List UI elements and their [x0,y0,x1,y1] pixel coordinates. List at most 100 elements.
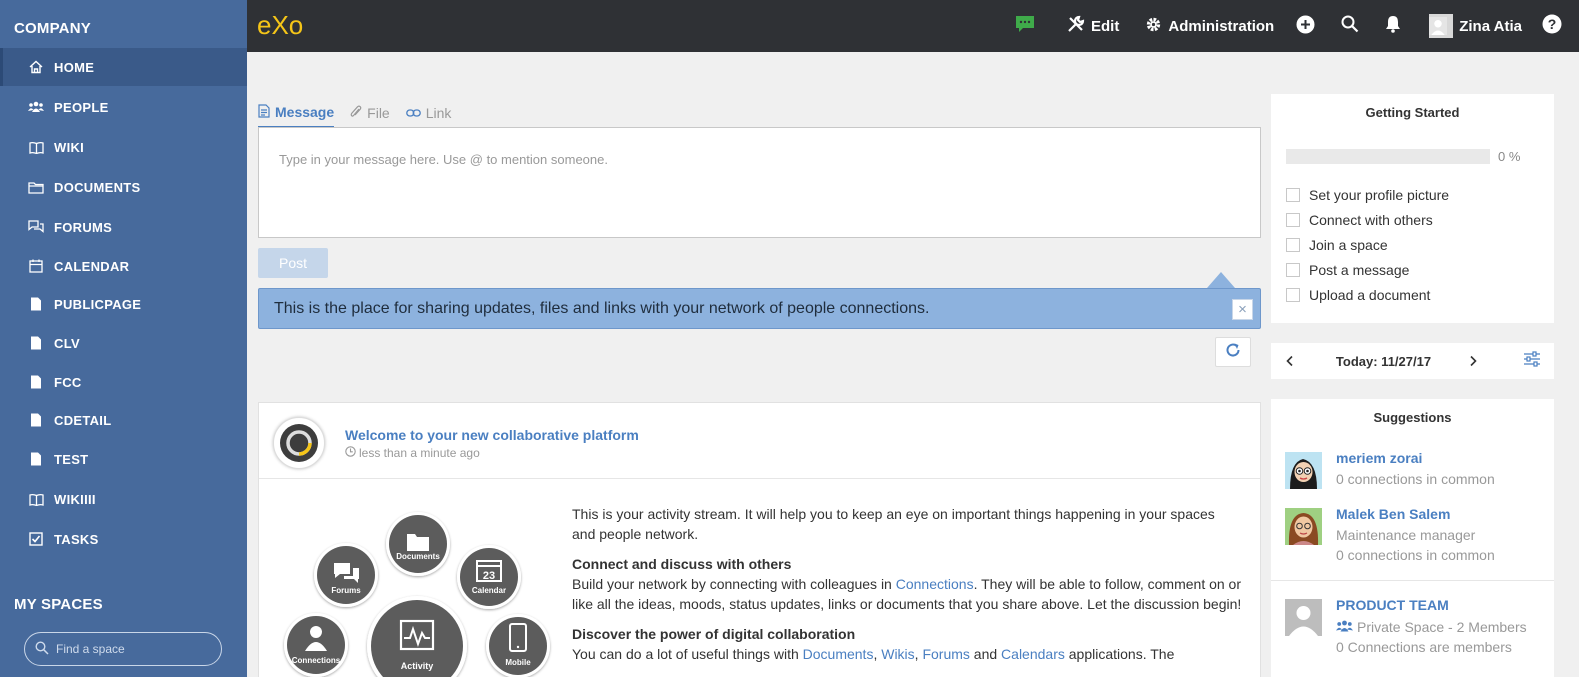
tab-file[interactable]: File [350,98,390,128]
suggestion-name-link[interactable]: meriem zorai [1336,450,1422,466]
link-icon [405,105,426,121]
sidebar-item-label: TASKS [54,531,99,547]
tab-message[interactable]: Message [258,98,335,128]
svg-text:?: ? [1548,16,1557,32]
chevron-right-icon[interactable] [1468,354,1478,372]
administration-menu-button[interactable]: Administration [1145,16,1274,37]
task-label: Post a message [1309,262,1410,278]
sidebar-item-label: FORUMS [54,219,113,235]
connect-heading: Connect and discuss with others [572,556,792,572]
activity-label: Activity [401,661,434,671]
user-menu-button[interactable]: Zina Atia [1429,14,1522,38]
book-icon [28,491,44,507]
activity-time-text: less than a minute ago [359,446,480,460]
activity-title-link[interactable]: Welcome to your new collaborative platfo… [345,427,639,443]
suggestions-title: Suggestions [1373,410,1452,425]
task-checkbox[interactable] [1286,238,1300,252]
top-navigation-bar: eXo Edit Administration Zina Atia ? [247,0,1579,52]
sidebar-item-tasks[interactable]: TASKS [0,520,247,558]
chat-status-button[interactable] [1015,15,1041,37]
sidebar-item-forums[interactable]: FORUMS [0,208,247,246]
info-banner: This is the place for sharing updates, f… [258,288,1261,329]
sidebar-item-label: HOME [54,59,95,75]
notifications-button[interactable] [1385,15,1407,37]
suggestion-name-link[interactable]: Malek Ben Salem [1336,506,1450,522]
connections-link[interactable]: Connections [896,576,974,592]
task-label: Join a space [1309,237,1388,253]
sidebar-item-publicpage[interactable]: PUBLICPAGE [0,285,247,323]
person-icon [310,626,322,638]
task-checkbox[interactable] [1286,188,1300,202]
calendars-link[interactable]: Calendars [1001,646,1065,662]
space-avatar[interactable] [1285,599,1322,636]
task-connect-with-others[interactable]: Connect with others [1286,212,1433,228]
sidebar-item-documents[interactable]: DOCUMENTS [0,168,247,206]
search-button[interactable] [1341,15,1365,37]
task-checkbox[interactable] [1286,213,1300,227]
documents-label: Documents [396,552,440,561]
edit-menu-button[interactable]: Edit [1067,15,1119,37]
wikis-link[interactable]: Wikis [881,646,914,662]
composer-tabs: Message File Link [258,98,467,128]
task-checkbox[interactable] [1286,263,1300,277]
sidebar-item-home[interactable]: HOME [0,48,247,86]
activity-intro: This is your activity stream. It will he… [572,506,1215,542]
sidebar-item-label: FCC [54,374,82,390]
space-name-link[interactable]: PRODUCT TEAM [1336,597,1449,613]
add-button[interactable] [1296,15,1321,38]
forums-link[interactable]: Forums [922,646,969,662]
sidebar-item-wiki[interactable]: WIKI [0,128,247,166]
task-upload-a-document[interactable]: Upload a document [1286,287,1430,303]
space-search-input[interactable]: Find a space [24,632,222,666]
task-checkbox[interactable] [1286,288,1300,302]
sidebar-item-wikiiii[interactable]: WIKIIII [0,480,247,518]
avatar[interactable] [1285,508,1322,545]
activity-header: Welcome to your new collaborative platfo… [259,403,1260,479]
avatar[interactable] [1285,452,1322,489]
topbar-actions: Edit Administration Zina Atia ? [995,0,1579,52]
sidebar-item-test[interactable]: TEST [0,440,247,478]
discover-heading: Discover the power of digital collaborat… [572,626,856,642]
tasks-icon [28,531,44,547]
task-post-a-message[interactable]: Post a message [1286,262,1409,278]
activity-card: Welcome to your new collaborative platfo… [258,402,1261,677]
message-placeholder: Type in your message here. Use @ to ment… [279,152,608,167]
tab-link[interactable]: Link [405,98,451,128]
space-type: Private Space - 2 Members [1336,619,1527,635]
suggestions-divider [1271,580,1554,581]
bell-icon [1385,15,1407,37]
exo-logo[interactable]: eXo [257,10,321,40]
paperclip-icon [350,105,367,122]
apps-illustration: Documents Forums 23 Calendar Connections… [269,483,569,677]
sidebar-item-label: DOCUMENTS [54,179,141,195]
sidebar-item-cdetail[interactable]: CDETAIL [0,401,247,439]
search-icon [35,640,49,658]
space-common: 0 Connections are members [1336,639,1512,655]
task-join-a-space[interactable]: Join a space [1286,237,1388,253]
help-button[interactable]: ? [1542,14,1568,38]
documents-link[interactable]: Documents [803,646,874,662]
documents-bubble: Documents [386,512,450,576]
activity-avatar[interactable] [273,417,325,469]
sliders-icon[interactable] [1523,351,1541,372]
task-set-profile-picture[interactable]: Set your profile picture [1286,187,1449,203]
info-banner-text: This is the place for sharing updates, f… [274,299,930,317]
suggestion-common: 0 connections in common [1336,471,1495,487]
getting-started-panel: Getting Started 0 % Set your profile pic… [1271,94,1554,323]
mobile-bubble: Mobile [486,614,550,677]
book-icon [28,139,44,155]
activity-body: This is your activity stream. It will he… [572,504,1242,674]
getting-started-title: Getting Started [1365,105,1460,120]
refresh-icon [1225,342,1241,363]
plus-circle-icon [1296,15,1321,38]
sidebar-item-people[interactable]: PEOPLE [0,88,247,126]
close-banner-button[interactable]: × [1232,299,1253,320]
page-icon [28,296,44,312]
message-input[interactable]: Type in your message here. Use @ to ment… [258,127,1261,238]
sidebar-item-calendar[interactable]: CALENDAR [0,247,247,285]
refresh-button[interactable] [1215,337,1251,367]
sidebar-item-clv[interactable]: CLV [0,324,247,362]
calendar-widget: Today: 11/27/17 [1271,343,1554,379]
post-button[interactable]: Post [258,248,328,278]
sidebar-item-fcc[interactable]: FCC [0,363,247,401]
